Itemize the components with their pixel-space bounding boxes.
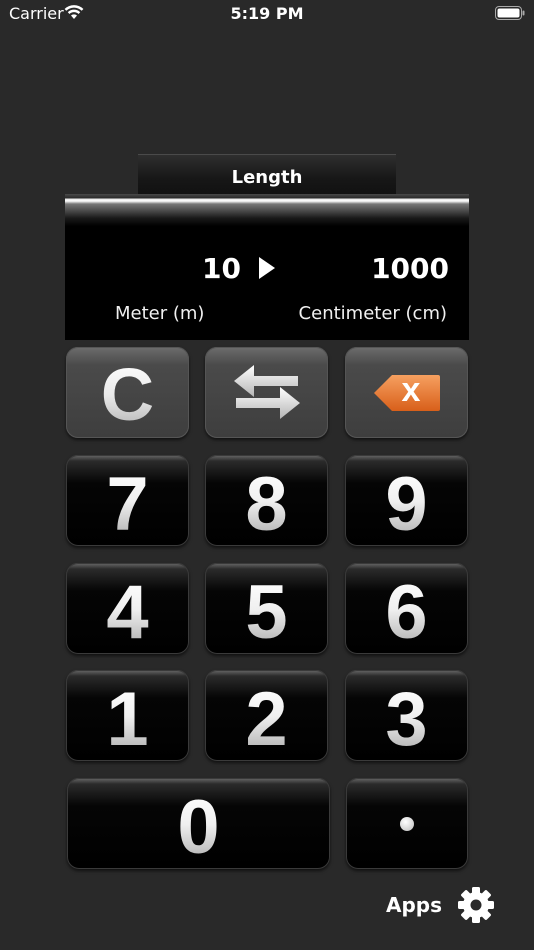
gear-icon[interactable] [457, 886, 495, 928]
key-6-label: 6 [385, 569, 428, 655]
key-9[interactable]: 9 [345, 455, 468, 546]
clear-button[interactable]: C [66, 347, 189, 438]
conversion-display: 10 1000 Meter (m) Centimeter (cm) [65, 226, 469, 340]
key-8[interactable]: 8 [205, 455, 328, 546]
key-2[interactable]: 2 [205, 670, 328, 761]
key-9-label: 9 [385, 461, 428, 547]
decimal-key[interactable] [346, 778, 468, 869]
from-unit-selector[interactable]: Meter (m) [115, 303, 204, 324]
to-unit-selector[interactable]: Centimeter (cm) [299, 303, 447, 324]
key-3[interactable]: 3 [345, 670, 468, 761]
key-4[interactable]: 4 [66, 563, 189, 654]
display-bezel [65, 194, 469, 226]
backspace-icon: x [372, 370, 442, 413]
swap-units-button[interactable] [205, 347, 328, 438]
key-4-label: 4 [106, 569, 149, 655]
swap-arrows-icon [232, 361, 302, 425]
apps-button[interactable]: Apps [386, 893, 442, 917]
key-7-label: 7 [106, 461, 149, 547]
key-5-label: 5 [245, 569, 288, 655]
key-1[interactable]: 1 [66, 670, 189, 761]
from-value: 10 [202, 252, 241, 285]
key-8-label: 8 [245, 461, 288, 547]
key-5[interactable]: 5 [205, 563, 328, 654]
play-arrow-icon [258, 256, 276, 284]
status-time: 5:19 PM [230, 4, 304, 23]
key-7[interactable]: 7 [66, 455, 189, 546]
clear-label: C [100, 352, 155, 436]
backspace-label: x [401, 370, 421, 409]
backspace-button[interactable]: x [345, 347, 468, 438]
decimal-point-icon [400, 816, 414, 831]
key-1-label: 1 [106, 676, 149, 762]
battery-icon [495, 6, 525, 25]
status-bar: Carrier 5:19 PM [0, 0, 534, 30]
key-2-label: 2 [245, 676, 288, 762]
key-3-label: 3 [385, 676, 428, 762]
category-title[interactable]: Length [138, 154, 396, 195]
key-0-label: 0 [177, 784, 220, 870]
key-6[interactable]: 6 [345, 563, 468, 654]
key-0[interactable]: 0 [67, 778, 330, 869]
to-value: 1000 [371, 252, 449, 285]
